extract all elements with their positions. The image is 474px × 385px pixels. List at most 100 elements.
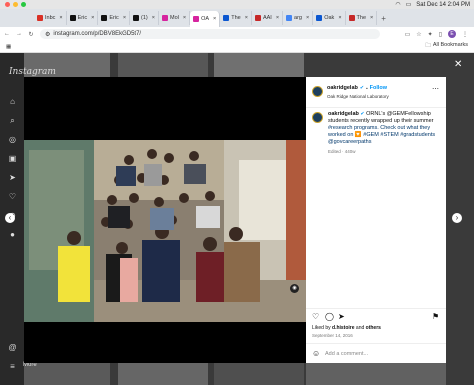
- home-icon[interactable]: ⌂: [8, 97, 17, 106]
- browser-tab[interactable]: arg ×: [283, 11, 314, 25]
- sidebar-icon[interactable]: ▯: [439, 31, 442, 38]
- tab-label: (1): [141, 15, 148, 21]
- follow-button[interactable]: Follow: [370, 85, 387, 91]
- tab-label: Inbc: [45, 15, 56, 21]
- close-window-button[interactable]: [5, 2, 10, 7]
- browser-tab[interactable]: The ×: [346, 11, 378, 25]
- save-icon[interactable]: ⚑: [432, 312, 439, 321]
- site-info-icon[interactable]: ⚙: [45, 31, 50, 38]
- caption-username[interactable]: oakridgelab: [328, 111, 359, 117]
- reload-icon[interactable]: ↻: [26, 31, 36, 38]
- all-bookmarks-button[interactable]: 🗀 All Bookmarks: [425, 42, 468, 51]
- forward-icon[interactable]: →: [14, 31, 24, 37]
- browser-tab[interactable]: Eric ×: [67, 11, 99, 25]
- tab-favicon-icon: [223, 15, 230, 21]
- zoom-window-button[interactable]: [21, 2, 26, 7]
- verified-badge-icon: ✔: [360, 111, 365, 117]
- browser-tab[interactable]: (1) ×: [130, 11, 159, 25]
- apps-grid-icon[interactable]: ▦: [6, 44, 11, 50]
- caption-avatar[interactable]: [312, 112, 323, 123]
- tab-favicon-icon: [133, 15, 140, 21]
- cast-icon[interactable]: ▭: [405, 31, 411, 38]
- os-menubar: ◠ ▭ Sat Dec 14 2:04 PM: [0, 0, 474, 9]
- emoji-icon[interactable]: ☺: [312, 349, 320, 358]
- browser-tab[interactable]: AAI ×: [252, 11, 284, 25]
- post-location[interactable]: Oak Ridge National Laboratory: [327, 94, 389, 99]
- tab-favicon-icon: [286, 15, 293, 21]
- browser-tab[interactable]: Eric ×: [98, 11, 131, 25]
- tab-label: Eric: [109, 15, 119, 21]
- tab-label: The: [231, 15, 241, 21]
- liked-by-user[interactable]: d.histoire: [332, 325, 355, 331]
- folder-icon: 🗀: [425, 43, 431, 49]
- tab-favicon-icon: [37, 15, 43, 21]
- tab-favicon-icon: [101, 15, 108, 21]
- post-media: ◉: [24, 77, 306, 363]
- close-tab-icon[interactable]: ×: [59, 15, 62, 21]
- battery-icon[interactable]: ▭: [406, 1, 412, 8]
- browser-tab[interactable]: Mol ×: [159, 11, 191, 25]
- instagram-logo[interactable]: Instagram: [9, 67, 56, 77]
- threads-icon[interactable]: @: [8, 343, 17, 352]
- tab-label: AAI: [262, 15, 272, 21]
- close-tab-icon[interactable]: ×: [245, 15, 248, 21]
- post-details-panel: oakridgelab ✔ • Follow Oak Ridge Nationa…: [306, 77, 446, 363]
- tab-favicon-icon: [69, 15, 76, 21]
- more-menu-icon[interactable]: ≡: [8, 362, 17, 371]
- bookmark-star-icon[interactable]: ☆: [416, 31, 421, 38]
- browser-tab[interactable]: The ×: [220, 11, 252, 25]
- tab-label: Oak: [324, 15, 335, 21]
- back-icon[interactable]: ←: [2, 31, 12, 37]
- close-tab-icon[interactable]: ×: [152, 15, 155, 21]
- caption-line[interactable]: @govcareerpaths: [328, 139, 372, 145]
- close-tab-icon[interactable]: ×: [276, 15, 279, 21]
- new-tab-icon[interactable]: +: [381, 14, 386, 23]
- close-tab-icon[interactable]: ×: [123, 15, 126, 21]
- next-post-icon[interactable]: ›: [452, 213, 462, 223]
- tagged-users-icon[interactable]: ◉: [290, 284, 299, 293]
- browser-tab[interactable]: OA ×: [190, 11, 221, 27]
- notifications-icon[interactable]: ♡: [8, 192, 17, 201]
- wifi-icon[interactable]: ◠: [395, 1, 400, 8]
- tab-favicon-icon: [193, 16, 200, 22]
- post-username[interactable]: oakridgelab: [327, 85, 358, 91]
- search-icon[interactable]: ⌕: [8, 116, 17, 125]
- share-icon[interactable]: ➤: [338, 312, 345, 321]
- caption-line: ORNL's @GEMFellowship: [366, 111, 431, 117]
- post-date: September 14, 2016: [312, 333, 353, 338]
- previous-post-icon[interactable]: ‹: [5, 213, 15, 223]
- likes-summary: Liked by d.histoire and others: [312, 325, 381, 331]
- address-bar[interactable]: ⚙ instagram.com/p/DBV8EkGD5t7/: [40, 29, 380, 39]
- group-photo-illustration: [24, 140, 306, 322]
- comment-input[interactable]: Add a comment...: [325, 351, 368, 357]
- comment-box: ☺ Add a comment...: [306, 343, 446, 364]
- browser-menu-icon[interactable]: ⋮: [462, 31, 468, 38]
- tab-favicon-icon: [161, 15, 168, 21]
- explore-icon[interactable]: ◎: [8, 135, 17, 144]
- messages-icon[interactable]: ➤: [8, 173, 17, 182]
- system-clock[interactable]: Sat Dec 14 2:04 PM: [416, 2, 470, 8]
- more-options-icon[interactable]: ⋯: [432, 85, 439, 93]
- post-header: oakridgelab ✔ • Follow Oak Ridge Nationa…: [306, 77, 446, 108]
- extensions-icon[interactable]: ✦: [428, 31, 433, 38]
- like-icon[interactable]: ♡: [312, 312, 319, 321]
- minimize-window-button[interactable]: [13, 2, 18, 7]
- close-tab-icon[interactable]: ×: [213, 16, 216, 22]
- close-modal-icon[interactable]: ✕: [454, 59, 462, 70]
- close-tab-icon[interactable]: ×: [370, 15, 373, 21]
- close-tab-icon[interactable]: ×: [183, 15, 186, 21]
- url-text[interactable]: instagram.com/p/DBV8EkGD5t7/: [53, 31, 141, 37]
- background-grid-tile: [306, 363, 446, 385]
- browser-tab[interactable]: Inbc ×: [34, 11, 67, 25]
- comment-icon[interactable]: ◯: [325, 312, 334, 321]
- profile-avatar[interactable]: E: [448, 30, 456, 38]
- profile-icon[interactable]: ●: [8, 230, 17, 239]
- browser-tab[interactable]: Oak ×: [313, 11, 346, 25]
- close-tab-icon[interactable]: ×: [338, 15, 341, 21]
- reels-icon[interactable]: ▣: [8, 154, 17, 163]
- close-tab-icon[interactable]: ×: [306, 15, 309, 21]
- liked-by-others[interactable]: others: [366, 325, 381, 331]
- close-tab-icon[interactable]: ×: [91, 15, 94, 21]
- tab-label: The: [356, 15, 367, 21]
- account-avatar[interactable]: [312, 86, 323, 97]
